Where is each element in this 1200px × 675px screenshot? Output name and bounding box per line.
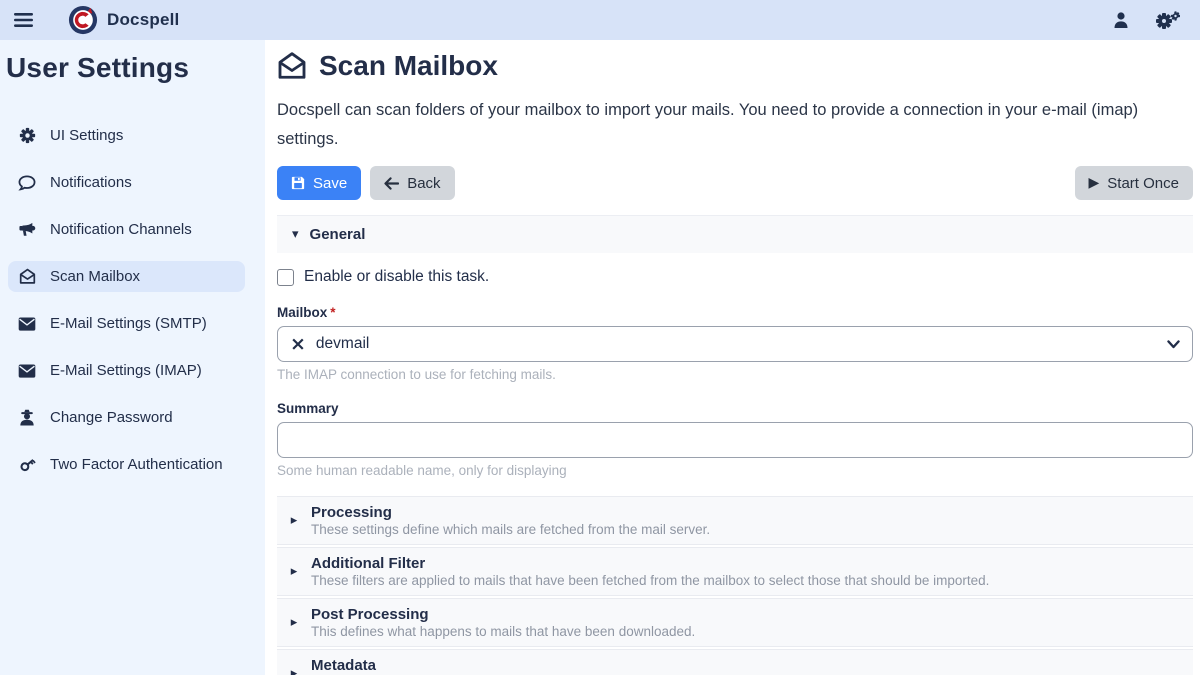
caret-right-icon: ▸	[277, 513, 311, 528]
back-button[interactable]: Back	[370, 166, 454, 200]
sidebar-item-notifications[interactable]: Notifications	[8, 167, 245, 198]
comment-icon	[17, 175, 37, 191]
section-title: Processing	[311, 504, 710, 521]
required-marker: *	[330, 305, 335, 320]
section-title: Post Processing	[311, 606, 695, 623]
sidebar-item-email-smtp[interactable]: E-Mail Settings (SMTP)	[8, 308, 245, 339]
sidebar-item-label: Notification Channels	[50, 221, 192, 238]
sidebar-item-label: Change Password	[50, 409, 173, 426]
page-description: Docspell can scan folders of your mailbo…	[277, 96, 1177, 154]
save-button[interactable]: Save	[277, 166, 361, 200]
envelope-icon	[17, 317, 37, 331]
gear-icon	[17, 127, 37, 144]
settings-sidebar: User Settings UI Settings	[0, 40, 265, 675]
envelope-open-icon	[277, 51, 307, 81]
enable-task-label: Enable or disable this task.	[304, 268, 489, 286]
section-metadata[interactable]: ▸ Metadata Define metadata that should b…	[277, 649, 1193, 675]
enable-task-checkbox[interactable]	[277, 269, 294, 286]
envelope-icon	[17, 364, 37, 378]
sidebar-item-two-factor[interactable]: Two Factor Authentication	[8, 449, 245, 480]
section-description: These settings define which mails are fe…	[311, 522, 710, 537]
bullhorn-icon	[17, 222, 37, 238]
enable-task-row[interactable]: Enable or disable this task.	[277, 268, 1193, 286]
sidebar-item-label: UI Settings	[50, 127, 123, 144]
play-icon: ▶	[1089, 175, 1100, 191]
page-title-text: Scan Mailbox	[319, 50, 498, 82]
sidebar-item-label: Notifications	[50, 174, 132, 191]
envelope-open-icon	[17, 268, 37, 285]
sidebar-item-email-imap[interactable]: E-Mail Settings (IMAP)	[8, 355, 245, 386]
mailbox-selected-value: devmail	[316, 335, 369, 353]
page-title: Scan Mailbox	[277, 50, 1193, 82]
section-title: Metadata	[311, 657, 746, 674]
collapsed-sections: ▸ Processing These settings define which…	[277, 496, 1193, 675]
mailbox-help-text: The IMAP connection to use for fetching …	[277, 367, 1193, 382]
main-content: Scan Mailbox Docspell can scan folders o…	[265, 40, 1200, 675]
user-account-icon[interactable]	[1112, 11, 1130, 29]
section-processing[interactable]: ▸ Processing These settings define which…	[277, 496, 1193, 545]
caret-right-icon: ▸	[277, 564, 311, 579]
mailbox-select[interactable]: × devmail	[277, 326, 1193, 362]
sidebar-item-label: E-Mail Settings (IMAP)	[50, 362, 202, 379]
section-post-processing[interactable]: ▸ Post Processing This defines what happ…	[277, 598, 1193, 647]
section-description: These filters are applied to mails that …	[311, 573, 989, 588]
mailbox-field-label: Mailbox*	[277, 305, 1193, 320]
sidebar-item-change-password[interactable]: Change Password	[8, 402, 245, 433]
arrow-left-icon	[384, 177, 399, 190]
general-section-label: General	[310, 226, 366, 243]
sidebar-item-label: Two Factor Authentication	[50, 456, 223, 473]
summary-help-text: Some human readable name, only for displ…	[277, 463, 1193, 478]
sidebar-item-label: E-Mail Settings (SMTP)	[50, 315, 207, 332]
docspell-logo-icon	[68, 5, 98, 35]
floppy-disk-icon	[291, 176, 305, 190]
app-brand[interactable]: Docspell	[68, 5, 179, 35]
sidebar-item-ui-settings[interactable]: UI Settings	[8, 120, 245, 151]
section-title: Additional Filter	[311, 555, 989, 572]
user-secret-icon	[17, 409, 37, 426]
sidebar-title: User Settings	[0, 48, 265, 84]
chevron-down-icon	[1167, 340, 1180, 349]
toolbar: Save Back ▶ Start Once	[277, 166, 1193, 200]
top-navbar: Docspell	[0, 0, 1200, 40]
gears-settings-icon[interactable]	[1156, 11, 1180, 30]
summary-field-label: Summary	[277, 401, 1193, 416]
general-section-header[interactable]: ▾ General	[277, 215, 1193, 253]
start-once-button[interactable]: ▶ Start Once	[1075, 166, 1193, 200]
summary-input[interactable]	[277, 422, 1193, 458]
section-additional-filter[interactable]: ▸ Additional Filter These filters are ap…	[277, 547, 1193, 596]
start-once-button-label: Start Once	[1107, 175, 1179, 192]
caret-right-icon: ▸	[277, 615, 311, 630]
clear-selection-icon[interactable]: ×	[290, 335, 306, 354]
key-icon	[17, 456, 37, 473]
sidebar-item-notification-channels[interactable]: Notification Channels	[8, 214, 245, 245]
back-button-label: Back	[407, 175, 440, 192]
app-title: Docspell	[107, 10, 179, 30]
caret-right-icon: ▸	[277, 666, 311, 675]
sidebar-item-scan-mailbox[interactable]: Scan Mailbox	[8, 261, 245, 292]
save-button-label: Save	[313, 175, 347, 192]
section-description: This defines what happens to mails that …	[311, 624, 695, 639]
caret-down-icon: ▾	[292, 227, 299, 242]
sidebar-menu: UI Settings Notifications Notification C…	[0, 112, 265, 488]
sidebar-item-label: Scan Mailbox	[50, 268, 140, 285]
hamburger-menu-icon[interactable]	[0, 12, 46, 28]
